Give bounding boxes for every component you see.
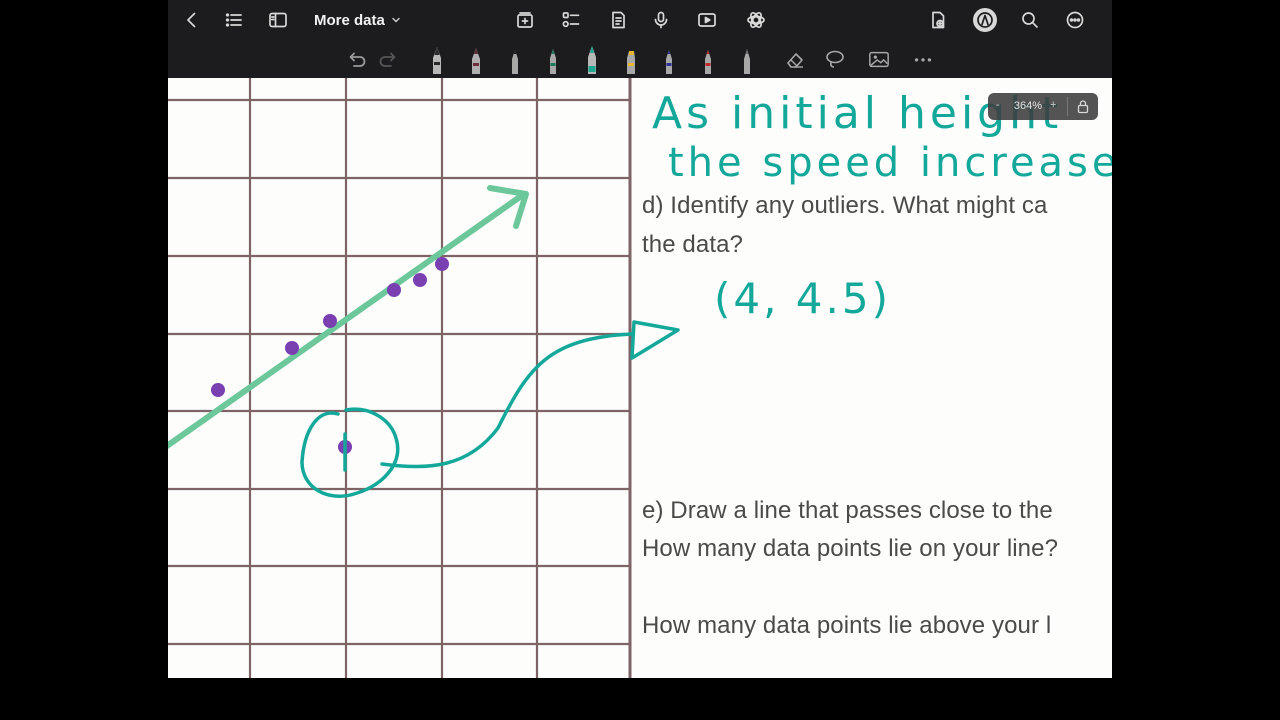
add-page-icon[interactable] — [513, 8, 537, 32]
divider — [1067, 97, 1068, 116]
more-tools-icon[interactable] — [912, 44, 936, 74]
arrow-head — [630, 320, 680, 360]
sidebar-icon[interactable] — [266, 8, 290, 32]
video-play-icon[interactable] — [695, 8, 719, 32]
data-points — [211, 257, 449, 454]
data-point — [285, 341, 299, 355]
data-point — [211, 383, 225, 397]
marker-tool-green[interactable] — [542, 44, 564, 74]
top-navigation-bar: More data — [168, 0, 1112, 40]
drawing-toolbar — [168, 40, 1112, 78]
question-e-line3: How many data points lie above your l — [642, 612, 1052, 639]
graph-grid — [168, 78, 632, 678]
question-e-line2: How many data points lie on your line? — [642, 535, 1059, 562]
highlighter-tool-yellow[interactable] — [620, 44, 642, 74]
page-template-icon[interactable] — [606, 8, 630, 32]
back-chevron-icon[interactable] — [180, 8, 204, 32]
handwritten-line2: the speed increase — [668, 140, 1112, 186]
more-options-icon[interactable] — [1063, 8, 1087, 32]
ballpoint-tool-black[interactable] — [504, 44, 526, 74]
data-point — [323, 314, 337, 328]
pen-tool-blue[interactable] — [658, 44, 680, 74]
zoom-out-button[interactable]: - — [996, 99, 1000, 111]
zoom-indicator: - 364% + — [988, 93, 1098, 120]
fountain-pen-tool[interactable] — [426, 44, 448, 74]
search-icon[interactable] — [1018, 8, 1042, 32]
outlier-circle — [300, 407, 400, 498]
marker-tool-teal[interactable] — [581, 44, 603, 74]
zoom-in-button[interactable]: + — [1050, 99, 1056, 111]
notes-app-window: More data d) Identify any outliers. What… — [168, 0, 1112, 678]
chevron-down-icon — [392, 17, 400, 23]
eraser-tool[interactable] — [784, 44, 806, 74]
document-title-menu[interactable]: More data — [314, 10, 401, 30]
pen-tool-maroon[interactable] — [465, 44, 487, 74]
microphone-icon[interactable] — [649, 8, 673, 32]
share-doc-icon[interactable] — [926, 8, 950, 32]
outline-list-icon[interactable] — [222, 8, 246, 32]
question-e-line1: e) Draw a line that passes close to the — [642, 497, 1053, 524]
data-point — [435, 257, 449, 271]
lasso-tool[interactable] — [824, 44, 846, 74]
image-tool[interactable] — [868, 44, 892, 74]
ai-assistant-icon[interactable] — [744, 8, 768, 32]
data-point — [413, 273, 427, 287]
pencil-tool-gray[interactable] — [736, 44, 758, 74]
undo-icon[interactable] — [345, 44, 367, 74]
checklist-icon[interactable] — [559, 8, 583, 32]
handwritten-outlier-answer: (4, 4.5) — [714, 274, 891, 323]
teal-annotations — [300, 320, 680, 498]
pencil-mode-icon[interactable] — [973, 8, 997, 32]
document-title: More data — [314, 11, 385, 29]
zoom-level: 364% — [1013, 100, 1043, 112]
lock-icon[interactable] — [1076, 99, 1090, 114]
question-d-line1: d) Identify any outliers. What might ca — [642, 192, 1048, 219]
redo-icon[interactable] — [378, 44, 400, 74]
note-canvas[interactable]: d) Identify any outliers. What might ca … — [168, 78, 1112, 678]
question-d-line2: the data? — [642, 231, 743, 258]
curved-arrow — [380, 332, 634, 469]
data-point — [387, 283, 401, 297]
pen-tool-red[interactable] — [697, 44, 719, 74]
